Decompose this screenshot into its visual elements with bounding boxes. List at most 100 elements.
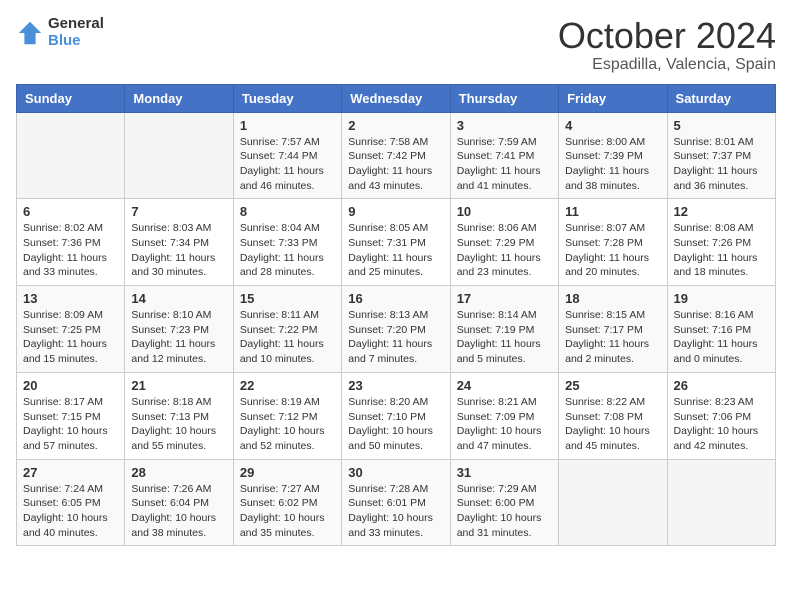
day-number: 24 <box>457 378 552 393</box>
day-number: 9 <box>348 204 443 219</box>
day-number: 27 <box>23 465 118 480</box>
calendar-cell: 8 Sunrise: 8:04 AM Sunset: 7:33 PM Daylig… <box>233 199 341 286</box>
weekday-header-row: SundayMondayTuesdayWednesdayThursdayFrid… <box>17 84 776 112</box>
day-number: 12 <box>674 204 769 219</box>
day-info: Sunrise: 8:02 AM Sunset: 7:36 PM Dayligh… <box>23 221 118 280</box>
day-info: Sunrise: 7:27 AM Sunset: 6:02 PM Dayligh… <box>240 482 335 541</box>
day-number: 3 <box>457 118 552 133</box>
calendar-cell: 19Sunrise: 8:16 AM Sunset: 7:16 PM Dayli… <box>667 286 775 373</box>
calendar-cell: 31Sunrise: 7:29 AM Sunset: 6:00 PM Dayli… <box>450 459 558 546</box>
day-info: Sunrise: 8:04 AM Sunset: 7:33 PM Dayligh… <box>240 221 335 280</box>
day-number: 26 <box>674 378 769 393</box>
day-info: Sunrise: 8:14 AM Sunset: 7:19 PM Dayligh… <box>457 308 552 367</box>
calendar-cell: 12 Sunrise: 8:08 AM Sunset: 7:26 PM Dayli… <box>667 199 775 286</box>
day-number: 11 <box>565 204 660 219</box>
day-info: Sunrise: 8:01 AM Sunset: 7:37 PM Dayligh… <box>674 135 769 194</box>
day-info: Sunrise: 8:18 AM Sunset: 7:13 PM Dayligh… <box>131 395 226 454</box>
calendar-cell: 6 Sunrise: 8:02 AM Sunset: 7:36 PM Daylig… <box>17 199 125 286</box>
day-info: Sunrise: 7:59 AM Sunset: 7:41 PM Dayligh… <box>457 135 552 194</box>
day-number: 2 <box>348 118 443 133</box>
day-number: 25 <box>565 378 660 393</box>
day-info: Sunrise: 8:20 AM Sunset: 7:10 PM Dayligh… <box>348 395 443 454</box>
day-number: 14 <box>131 291 226 306</box>
day-number: 7 <box>131 204 226 219</box>
day-number: 30 <box>348 465 443 480</box>
calendar-cell: 30 Sunrise: 7:28 AM Sunset: 6:01 PM Dayli… <box>342 459 450 546</box>
day-number: 20 <box>23 378 118 393</box>
day-info: Sunrise: 7:57 AM Sunset: 7:44 PM Dayligh… <box>240 135 335 194</box>
logo-line1: General <box>48 16 104 33</box>
weekday-header-tuesday: Tuesday <box>233 84 341 112</box>
calendar-cell: 1 Sunrise: 7:57 AM Sunset: 7:44 PM Daylig… <box>233 112 341 199</box>
calendar-cell: 7 Sunrise: 8:03 AM Sunset: 7:34 PM Daylig… <box>125 199 233 286</box>
day-info: Sunrise: 8:07 AM Sunset: 7:28 PM Dayligh… <box>565 221 660 280</box>
calendar-cell: 17 Sunrise: 8:14 AM Sunset: 7:19 PM Dayli… <box>450 286 558 373</box>
day-info: Sunrise: 8:13 AM Sunset: 7:20 PM Dayligh… <box>348 308 443 367</box>
calendar-header: SundayMondayTuesdayWednesdayThursdayFrid… <box>17 84 776 112</box>
calendar-week-4: 20 Sunrise: 8:17 AM Sunset: 7:15 PM Dayli… <box>17 372 776 459</box>
calendar-week-2: 6 Sunrise: 8:02 AM Sunset: 7:36 PM Daylig… <box>17 199 776 286</box>
weekday-header-wednesday: Wednesday <box>342 84 450 112</box>
calendar-body: 1 Sunrise: 7:57 AM Sunset: 7:44 PM Daylig… <box>17 112 776 546</box>
calendar-cell <box>559 459 667 546</box>
logo: General Blue <box>16 16 104 49</box>
day-number: 6 <box>23 204 118 219</box>
calendar-cell: 25 Sunrise: 8:22 AM Sunset: 7:08 PM Dayli… <box>559 372 667 459</box>
day-info: Sunrise: 7:26 AM Sunset: 6:04 PM Dayligh… <box>131 482 226 541</box>
day-number: 22 <box>240 378 335 393</box>
calendar-week-3: 13 Sunrise: 8:09 AM Sunset: 7:25 PM Dayli… <box>17 286 776 373</box>
day-info: Sunrise: 7:28 AM Sunset: 6:01 PM Dayligh… <box>348 482 443 541</box>
weekday-header-monday: Monday <box>125 84 233 112</box>
day-info: Sunrise: 8:05 AM Sunset: 7:31 PM Dayligh… <box>348 221 443 280</box>
day-number: 29 <box>240 465 335 480</box>
calendar-cell: 14 Sunrise: 8:10 AM Sunset: 7:23 PM Dayli… <box>125 286 233 373</box>
calendar-cell: 11 Sunrise: 8:07 AM Sunset: 7:28 PM Dayli… <box>559 199 667 286</box>
day-info: Sunrise: 8:21 AM Sunset: 7:09 PM Dayligh… <box>457 395 552 454</box>
calendar-table: SundayMondayTuesdayWednesdayThursdayFrid… <box>16 84 776 547</box>
day-number: 1 <box>240 118 335 133</box>
weekday-header-saturday: Saturday <box>667 84 775 112</box>
day-number: 15 <box>240 291 335 306</box>
calendar-cell: 23 Sunrise: 8:20 AM Sunset: 7:10 PM Dayli… <box>342 372 450 459</box>
calendar-cell: 18 Sunrise: 8:15 AM Sunset: 7:17 PM Dayli… <box>559 286 667 373</box>
day-number: 13 <box>23 291 118 306</box>
calendar-week-5: 27 Sunrise: 7:24 AM Sunset: 6:05 PM Dayli… <box>17 459 776 546</box>
title-area: October 2024 Espadilla, Valencia, Spain <box>558 16 776 74</box>
calendar-cell: 13 Sunrise: 8:09 AM Sunset: 7:25 PM Dayli… <box>17 286 125 373</box>
day-info: Sunrise: 8:22 AM Sunset: 7:08 PM Dayligh… <box>565 395 660 454</box>
calendar-cell: 21Sunrise: 8:18 AM Sunset: 7:13 PM Dayli… <box>125 372 233 459</box>
calendar-cell: 2 Sunrise: 7:58 AM Sunset: 7:42 PM Daylig… <box>342 112 450 199</box>
calendar-week-1: 1 Sunrise: 7:57 AM Sunset: 7:44 PM Daylig… <box>17 112 776 199</box>
day-info: Sunrise: 8:08 AM Sunset: 7:26 PM Dayligh… <box>674 221 769 280</box>
calendar-cell: 9 Sunrise: 8:05 AM Sunset: 7:31 PM Daylig… <box>342 199 450 286</box>
day-number: 28 <box>131 465 226 480</box>
calendar-cell: 16 Sunrise: 8:13 AM Sunset: 7:20 PM Dayli… <box>342 286 450 373</box>
calendar-cell: 28 Sunrise: 7:26 AM Sunset: 6:04 PM Dayli… <box>125 459 233 546</box>
day-number: 18 <box>565 291 660 306</box>
day-info: Sunrise: 8:17 AM Sunset: 7:15 PM Dayligh… <box>23 395 118 454</box>
calendar-cell: 26Sunrise: 8:23 AM Sunset: 7:06 PM Dayli… <box>667 372 775 459</box>
day-info: Sunrise: 8:15 AM Sunset: 7:17 PM Dayligh… <box>565 308 660 367</box>
day-number: 23 <box>348 378 443 393</box>
calendar-cell: 20 Sunrise: 8:17 AM Sunset: 7:15 PM Dayli… <box>17 372 125 459</box>
month-title: October 2024 <box>558 16 776 56</box>
calendar-cell: 5 Sunrise: 8:01 AM Sunset: 7:37 PM Daylig… <box>667 112 775 199</box>
day-number: 17 <box>457 291 552 306</box>
day-info: Sunrise: 8:10 AM Sunset: 7:23 PM Dayligh… <box>131 308 226 367</box>
day-info: Sunrise: 8:16 AM Sunset: 7:16 PM Dayligh… <box>674 308 769 367</box>
calendar-cell: 27 Sunrise: 7:24 AM Sunset: 6:05 PM Dayli… <box>17 459 125 546</box>
day-number: 5 <box>674 118 769 133</box>
day-info: Sunrise: 7:58 AM Sunset: 7:42 PM Dayligh… <box>348 135 443 194</box>
day-info: Sunrise: 8:03 AM Sunset: 7:34 PM Dayligh… <box>131 221 226 280</box>
day-info: Sunrise: 8:06 AM Sunset: 7:29 PM Dayligh… <box>457 221 552 280</box>
day-info: Sunrise: 7:24 AM Sunset: 6:05 PM Dayligh… <box>23 482 118 541</box>
day-number: 8 <box>240 204 335 219</box>
header: General Blue October 2024 Espadilla, Val… <box>16 16 776 74</box>
day-number: 31 <box>457 465 552 480</box>
day-info: Sunrise: 8:09 AM Sunset: 7:25 PM Dayligh… <box>23 308 118 367</box>
day-number: 16 <box>348 291 443 306</box>
day-info: Sunrise: 8:19 AM Sunset: 7:12 PM Dayligh… <box>240 395 335 454</box>
calendar-cell <box>125 112 233 199</box>
calendar-cell: 3 Sunrise: 7:59 AM Sunset: 7:41 PM Daylig… <box>450 112 558 199</box>
weekday-header-friday: Friday <box>559 84 667 112</box>
